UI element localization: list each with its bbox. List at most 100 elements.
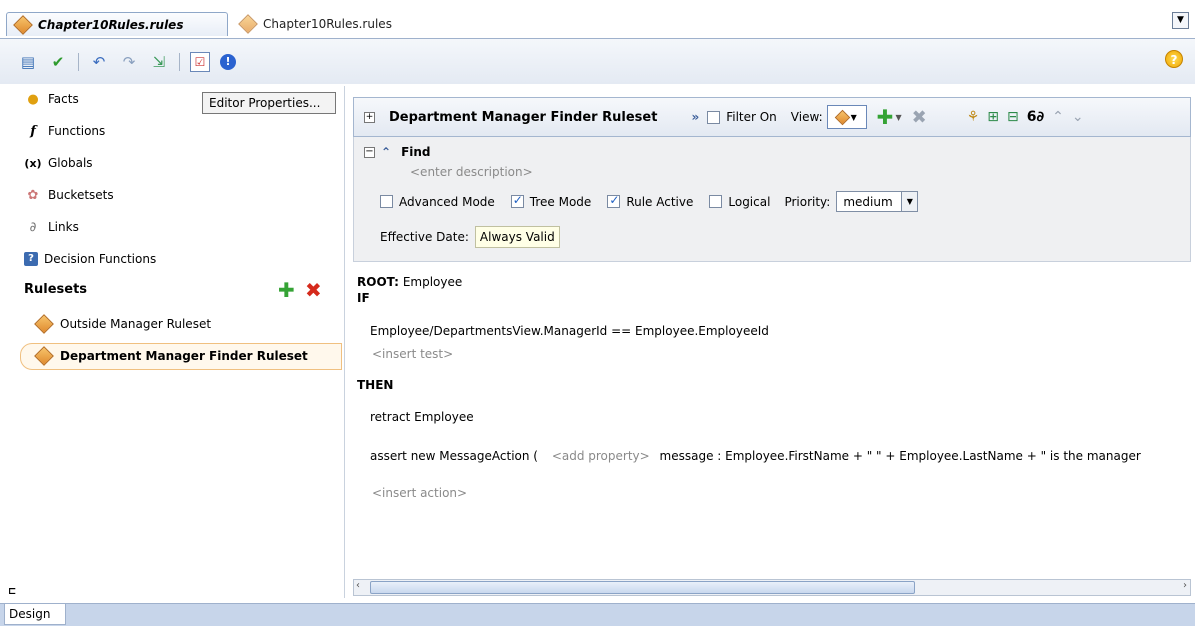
undo-icon[interactable]: ↶ bbox=[89, 52, 109, 72]
bucketsets-icon: ✿ bbox=[27, 187, 39, 203]
scroll-right-icon[interactable]: › bbox=[1183, 580, 1187, 591]
tree-mode-label: Tree Mode bbox=[529, 194, 592, 209]
nav-item-label: Bucketsets bbox=[48, 188, 114, 202]
tab-design[interactable]: Design bbox=[4, 604, 66, 625]
rule-active-checkbox[interactable] bbox=[607, 193, 621, 208]
view-label: View: bbox=[790, 110, 823, 124]
root-fact[interactable]: Employee bbox=[403, 275, 462, 289]
tab-chapter10rules-active[interactable]: Chapter10Rules.rules bbox=[6, 12, 228, 36]
help-button[interactable]: ? bbox=[1165, 50, 1183, 68]
effective-date-label: Effective Date: bbox=[380, 230, 469, 244]
effective-date-field[interactable]: Always Valid bbox=[474, 226, 560, 248]
editor-properties-icon[interactable]: ☑ bbox=[190, 51, 210, 72]
expand-all-icon[interactable]: ⊞ bbox=[987, 109, 999, 125]
separator bbox=[78, 52, 79, 71]
delete-ruleset-button[interactable]: ✖ bbox=[305, 278, 322, 302]
move-up-icon[interactable]: ⌃ bbox=[1052, 109, 1064, 125]
globals-icon: (x) bbox=[24, 156, 42, 170]
chevron-up-icon[interactable]: ⌃ bbox=[381, 145, 391, 159]
priority-value: medium bbox=[843, 194, 893, 209]
collapse-rule-icon[interactable]: − bbox=[364, 146, 375, 158]
nav-item-decision-functions[interactable]: ? Decision Functions bbox=[24, 248, 156, 270]
rule-properties-panel: − ⌃ Find <enter description> Advanced Mo… bbox=[353, 137, 1191, 262]
chevron-down-icon: ▼ bbox=[901, 192, 918, 211]
find-glasses-icon[interactable]: 6∂ bbox=[1027, 109, 1044, 125]
advanced-mode-label: Advanced Mode bbox=[399, 194, 495, 209]
collapse-all-rules-icon[interactable]: ⊟ bbox=[1007, 109, 1019, 125]
then-keyword: THEN bbox=[357, 378, 394, 392]
info-icon[interactable]: ! bbox=[220, 53, 236, 70]
chevron-down-icon: ▼ bbox=[850, 112, 857, 122]
logical-checkbox[interactable] bbox=[709, 195, 723, 208]
ruleset-item-outside-manager[interactable]: Outside Manager Ruleset bbox=[34, 313, 211, 335]
nav-item-label: Functions bbox=[48, 124, 106, 138]
nav-item-links[interactable]: ∂ Links bbox=[24, 216, 79, 238]
rule-description-placeholder[interactable]: <enter description> bbox=[410, 165, 533, 179]
function-icon: f bbox=[30, 123, 36, 139]
ruleset-icon bbox=[34, 314, 54, 334]
if-keyword: IF bbox=[357, 291, 370, 305]
ruleset-label: Outside Manager Ruleset bbox=[60, 317, 212, 331]
move-down-icon[interactable]: ⌄ bbox=[1072, 109, 1084, 125]
tree-mode-checkbox[interactable] bbox=[510, 193, 524, 208]
navigation-panel: ● Facts f Functions (x) Globals ✿ Bucket… bbox=[14, 86, 344, 598]
tab-list-dropdown[interactable]: ▼ bbox=[1172, 12, 1189, 29]
add-rule-icon[interactable]: ✚ bbox=[877, 105, 894, 129]
collapse-all-icon[interactable]: » bbox=[691, 110, 699, 124]
action-retract[interactable]: retract Employee bbox=[370, 410, 474, 424]
editor-tab-bar: Chapter10Rules.rules Chapter10Rules.rule… bbox=[0, 0, 1195, 38]
scroll-left-icon[interactable]: ‹ bbox=[356, 580, 360, 591]
check-icon[interactable]: ✔ bbox=[48, 52, 68, 72]
rule-name[interactable]: Find bbox=[401, 145, 430, 159]
priority-select[interactable]: medium ▼ bbox=[836, 191, 919, 212]
delete-rule-icon[interactable]: ✖ bbox=[912, 107, 927, 128]
add-menu-chevron-icon[interactable]: ▼ bbox=[895, 113, 901, 122]
redo-icon[interactable]: ↷ bbox=[119, 52, 139, 72]
ruleset-title: Department Manager Finder Ruleset bbox=[389, 109, 658, 125]
insert-test-placeholder[interactable]: <insert test> bbox=[372, 347, 453, 361]
logical-label: Logical bbox=[728, 194, 771, 209]
nav-item-bucketsets[interactable]: ✿ Bucketsets bbox=[24, 184, 114, 206]
action-assert-message[interactable]: message : Employee.FirstName + " " + Emp… bbox=[660, 449, 1141, 463]
action-assert-prefix[interactable]: assert new MessageAction ( bbox=[370, 449, 538, 463]
horizontal-scrollbar[interactable]: ‹ › bbox=[353, 579, 1191, 596]
rule-active-label: Rule Active bbox=[626, 194, 694, 209]
editor-bottom-bar bbox=[0, 603, 1195, 626]
links-icon: ∂ bbox=[29, 219, 37, 235]
rulesets-heading: Rulesets bbox=[24, 282, 88, 297]
tab-chapter10rules[interactable]: Chapter10Rules.rules bbox=[232, 12, 402, 36]
separator bbox=[179, 52, 180, 71]
view-dropdown[interactable]: ▼ bbox=[826, 105, 867, 129]
nav-item-globals[interactable]: (x) Globals bbox=[24, 152, 93, 174]
nav-item-functions[interactable]: f Functions bbox=[24, 120, 105, 142]
ruleset-item-label-row: Department Manager Finder Ruleset bbox=[34, 345, 308, 367]
ruleset-label: Department Manager Finder Ruleset bbox=[60, 349, 308, 363]
filter-on-checkbox[interactable] bbox=[707, 110, 721, 124]
tab-label: Chapter10Rules.rules bbox=[38, 17, 184, 32]
ruleset-icon bbox=[834, 109, 850, 125]
toolbar: ▤ ✔ ↶ ↷ ⇲ ☑ ! bbox=[0, 38, 1195, 84]
rules-file-icon bbox=[13, 14, 33, 35]
priority-label: Priority: bbox=[784, 194, 831, 209]
insert-action-placeholder[interactable]: <insert action> bbox=[372, 486, 467, 500]
filter-on-label: Filter On bbox=[726, 110, 777, 124]
book-icon[interactable]: ▤ bbox=[18, 52, 38, 72]
add-property-placeholder[interactable]: <add property> bbox=[552, 449, 650, 463]
root-keyword: ROOT: bbox=[357, 275, 399, 289]
editor-properties-tooltip: Editor Properties... bbox=[202, 92, 336, 114]
add-ruleset-button[interactable]: ✚ bbox=[278, 278, 295, 302]
facts-icon: ● bbox=[27, 91, 39, 107]
import-icon[interactable]: ⇲ bbox=[149, 52, 169, 72]
expand-icon[interactable]: + bbox=[364, 111, 375, 123]
collapse-panel-icon[interactable]: ⊏ bbox=[8, 586, 16, 597]
test-condition[interactable]: Employee/DepartmentsView.ManagerId == Em… bbox=[370, 324, 769, 338]
tree-icon[interactable]: ⚘ bbox=[967, 109, 980, 125]
decision-functions-icon: ? bbox=[24, 252, 38, 266]
advanced-mode-checkbox[interactable] bbox=[380, 195, 393, 208]
ruleset-header: + Department Manager Finder Ruleset » Fi… bbox=[353, 97, 1191, 137]
nav-item-label: Decision Functions bbox=[44, 252, 157, 266]
nav-item-label: Links bbox=[48, 220, 79, 234]
nav-item-label: Globals bbox=[48, 156, 93, 170]
nav-item-facts[interactable]: ● Facts bbox=[24, 88, 78, 110]
scrollbar-thumb[interactable] bbox=[370, 581, 915, 594]
